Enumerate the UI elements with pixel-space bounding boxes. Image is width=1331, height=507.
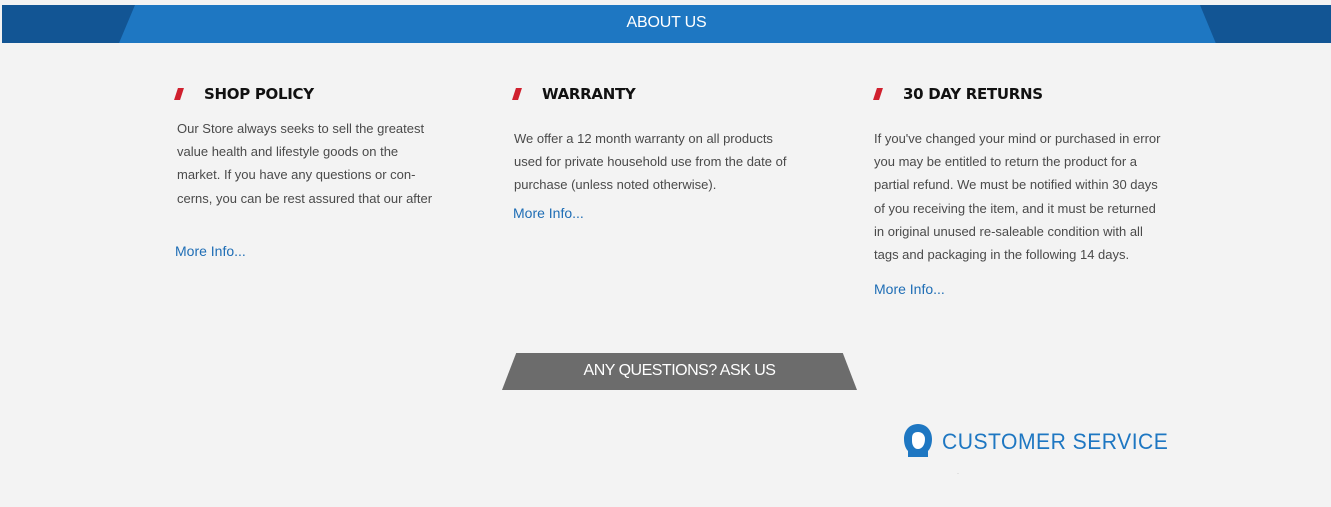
section-title: ABOUT US xyxy=(626,14,707,31)
more-info-link[interactable]: More Info... xyxy=(874,281,945,297)
ask-us-button[interactable]: ANY QUESTIONS? ASK US xyxy=(502,353,857,390)
decorative-dot: · xyxy=(957,471,959,477)
ask-us-label: ANY QUESTIONS? ASK US xyxy=(583,362,776,379)
text-line: you may be entitled to return the produc… xyxy=(874,154,1138,170)
red-slash-icon xyxy=(174,88,184,100)
more-info-link[interactable]: More Info... xyxy=(513,205,584,221)
text-line: purchase (unless noted otherwise). xyxy=(514,177,717,193)
column-title: WARRANTY xyxy=(542,85,636,103)
column-text: We offer a 12 month warranty on all prod… xyxy=(514,127,786,197)
about-us-section: ABOUT US SHOP POLICY Our Store always se… xyxy=(0,0,1331,507)
column-title: SHOP POLICY xyxy=(204,85,314,103)
warranty-column: WARRANTY We offer a 12 month warranty on… xyxy=(512,84,813,221)
column-heading: 30 DAY RETURNS xyxy=(873,84,1184,104)
column-text: If you've changed your mind or purchased… xyxy=(874,127,1160,266)
text-line: in original unused re-saleable condition… xyxy=(874,223,1143,239)
column-text: Our Store always seeks to sell the great… xyxy=(177,117,432,210)
column-heading: SHOP POLICY xyxy=(174,84,465,104)
column-heading: WARRANTY xyxy=(512,84,813,104)
text-line: market. If you have any questions or con… xyxy=(177,167,416,183)
text-line: If you've changed your mind or purchased… xyxy=(874,131,1161,146)
text-line: partial refund. We must be notified with… xyxy=(874,177,1158,193)
text-line: used for private household use from the … xyxy=(514,154,787,170)
text-line: tags and packaging in the following 14 d… xyxy=(874,247,1130,263)
text-line: of you receiving the item, and it must b… xyxy=(874,200,1156,216)
red-slash-icon xyxy=(512,88,522,100)
customer-service-link[interactable]: CUSTOMER SERVICE xyxy=(902,423,1168,459)
text-line: We offer a 12 month warranty on all prod… xyxy=(514,131,773,146)
red-slash-icon xyxy=(873,88,883,100)
headset-agent-icon xyxy=(904,424,932,457)
more-info-link[interactable]: More Info... xyxy=(175,243,246,259)
shop-policy-column: SHOP POLICY Our Store always seeks to se… xyxy=(174,84,465,259)
text-line: value health and lifestyle goods on the xyxy=(177,144,399,160)
about-us-banner: ABOUT US xyxy=(2,5,1331,43)
customer-service-label: CUSTOMER SERVICE xyxy=(942,429,1169,454)
text-line: Our Store always seeks to sell the great… xyxy=(177,121,425,136)
text-line: cerns, you can be rest assured that our … xyxy=(177,190,433,206)
returns-column: 30 DAY RETURNS If you've changed your mi… xyxy=(873,84,1184,297)
column-title: 30 DAY RETURNS xyxy=(903,85,1043,103)
